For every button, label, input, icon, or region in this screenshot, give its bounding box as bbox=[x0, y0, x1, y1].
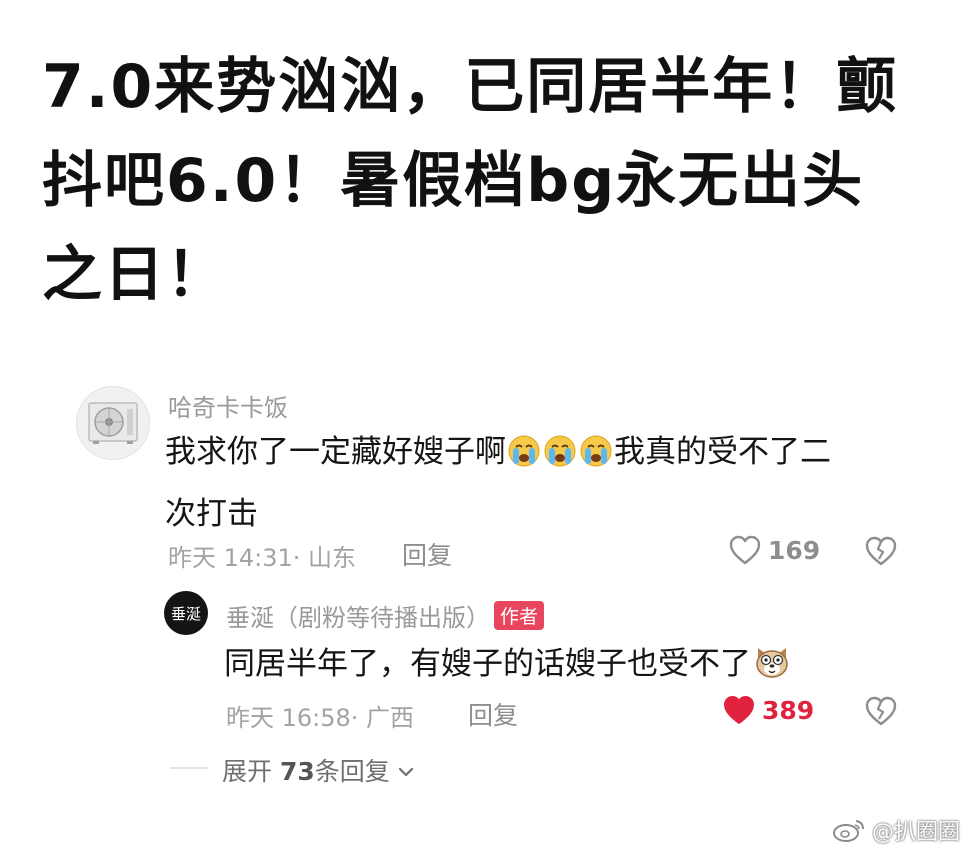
comment-text-part-2: 我真的受不了二 bbox=[614, 434, 831, 470]
headline-line-3: 之日！ bbox=[42, 240, 228, 310]
comment-meta: 昨天 14:31· 山东 bbox=[168, 538, 356, 573]
broken-heart-icon bbox=[865, 536, 897, 566]
comment-like-count: 169 bbox=[768, 535, 821, 565]
weibo-logo-icon bbox=[832, 820, 864, 842]
expand-count: 73 bbox=[279, 757, 315, 786]
crying-face-icon bbox=[543, 430, 577, 486]
comment-username[interactable]: 哈奇卡卡饭 bbox=[168, 388, 288, 423]
crying-face-icon bbox=[579, 430, 613, 486]
comment-reply-button[interactable]: 回复 bbox=[402, 536, 452, 572]
headline-line-2: 抖吧6.0！暑假档bg永无出头 bbox=[42, 146, 865, 216]
expand-suffix: 条回复 bbox=[314, 757, 390, 786]
author-badge: 作者 bbox=[494, 601, 545, 630]
expand-replies-button[interactable]: 展开 73条回复 bbox=[222, 752, 414, 788]
expand-divider bbox=[170, 767, 208, 769]
reply-text: 同居半年了，有嫂子的话嫂子也受不了 bbox=[224, 636, 793, 698]
reply-location: · 广西 bbox=[350, 704, 415, 732]
heart-filled-icon bbox=[724, 696, 754, 724]
air-conditioner-icon bbox=[88, 402, 138, 444]
reply-username[interactable]: 垂涎（剧粉等待播出版） bbox=[226, 604, 490, 632]
crying-face-icon bbox=[507, 430, 541, 486]
comment-text: 我求你了一定藏好嫂子啊 我真的受不了二 次打击 bbox=[165, 424, 905, 542]
reply-dislike-button[interactable] bbox=[864, 695, 898, 731]
dog-face-icon bbox=[752, 642, 792, 698]
heart-outline-icon bbox=[729, 535, 761, 565]
reply-avatar-text: 垂涎 bbox=[170, 604, 201, 623]
reply-time: 昨天 16:58 bbox=[226, 704, 351, 732]
watermark: @扒圈圈 bbox=[832, 814, 960, 846]
post-headline: 7.0来势汹汹，已同居半年！颤 抖吧6.0！暑假档bg永无出头 之日！ bbox=[42, 40, 942, 322]
comment-time: 昨天 14:31 bbox=[168, 544, 293, 572]
reply-meta: 昨天 16:58· 广西 bbox=[226, 698, 414, 733]
reply-reply-button[interactable]: 回复 bbox=[468, 696, 518, 732]
reply-like-button[interactable]: 389 bbox=[722, 694, 814, 726]
reply-text-content: 同居半年了，有嫂子的话嫂子也受不了 bbox=[224, 646, 751, 682]
comment-dislike-button[interactable] bbox=[864, 535, 898, 571]
watermark-text: @扒圈圈 bbox=[871, 820, 960, 845]
comment-location: · 山东 bbox=[292, 544, 357, 572]
chevron-down-icon bbox=[398, 767, 413, 777]
avatar[interactable] bbox=[76, 386, 150, 460]
expand-prefix: 展开 bbox=[222, 757, 273, 786]
headline-line-1: 7.0来势汹汹，已同居半年！颤 bbox=[42, 52, 899, 122]
reply-avatar[interactable]: 垂涎 bbox=[164, 591, 208, 635]
reply-like-count: 389 bbox=[762, 695, 815, 725]
broken-heart-icon bbox=[865, 696, 897, 726]
reply-username-row: 垂涎（剧粉等待播出版） 作者 bbox=[226, 598, 545, 633]
comment-text-part-1: 我求你了一定藏好嫂子啊 bbox=[165, 434, 506, 470]
comment-like-button[interactable]: 169 bbox=[728, 534, 820, 566]
